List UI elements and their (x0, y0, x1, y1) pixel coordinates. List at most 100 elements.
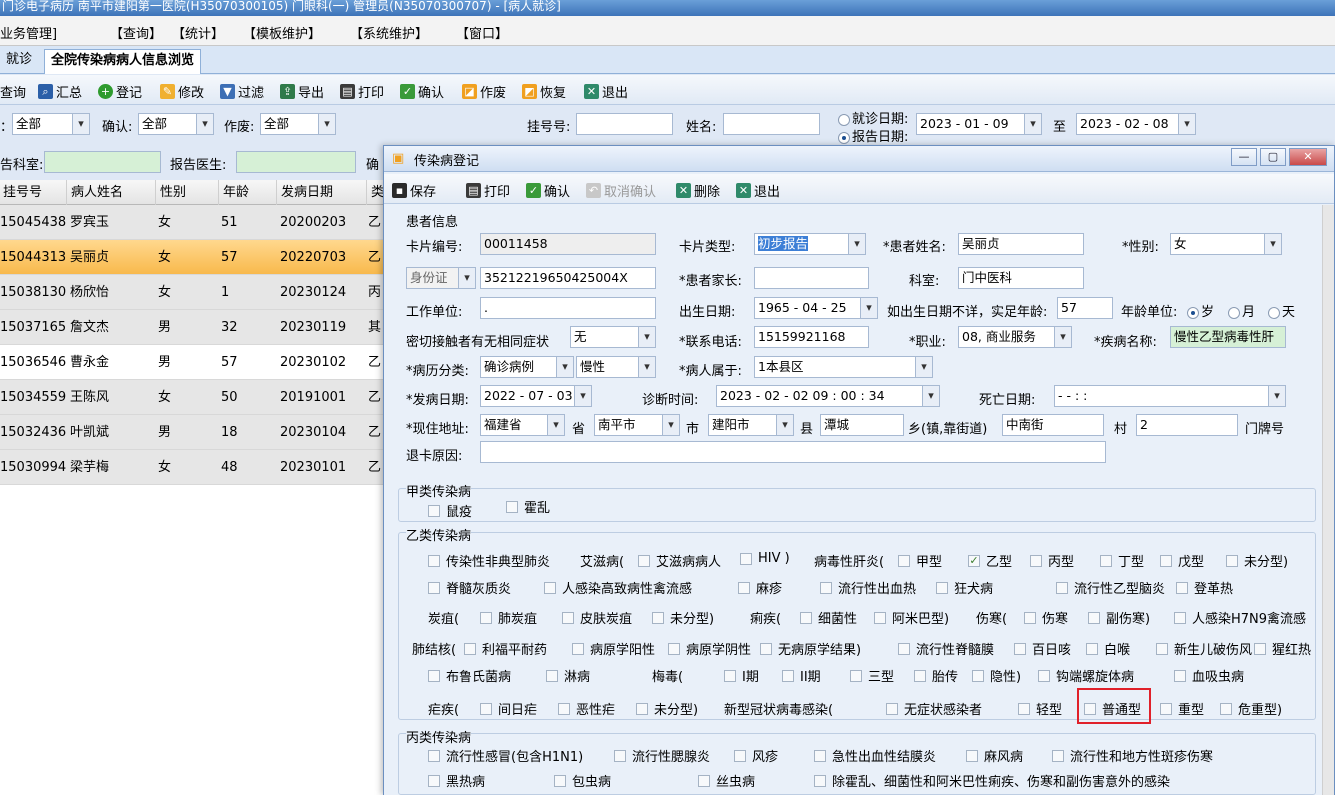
class-b-item-checkbox[interactable]: 脊髓灰质炎 (428, 578, 511, 597)
class-c-item-checkbox[interactable]: 风疹 (734, 746, 778, 765)
status-select[interactable]: 全部 (12, 113, 90, 135)
covid-checkbox[interactable]: 危重型) (1220, 699, 1282, 718)
hep-b-checkbox[interactable]: ✓ 乙型 (968, 551, 1012, 570)
table-row[interactable]: 15034559 王陈风 女 50 20191001 乙 (0, 380, 385, 415)
syphilis-checkbox[interactable]: 胎传 (914, 666, 958, 685)
maximize-button[interactable]: ▢ (1260, 148, 1286, 166)
query-button[interactable]: 查询 (0, 81, 26, 101)
anthrax-checkbox[interactable]: 未分型) (652, 608, 714, 627)
tb-checkbox[interactable]: 流行性脊髓膜 (898, 639, 994, 658)
tb-checkbox[interactable]: 无病原学结果) (760, 639, 861, 658)
syphilis-checkbox[interactable]: I期 (724, 666, 759, 685)
syphilis-checkbox[interactable]: 隐性) (972, 666, 1021, 685)
report-date-radio[interactable]: 报告日期: (838, 126, 908, 145)
menu-window[interactable]: 【窗口】 (456, 23, 508, 42)
hep-e-checkbox[interactable]: 戊型 (1160, 551, 1204, 570)
malaria-checkbox[interactable]: 未分型) (636, 699, 698, 718)
typhoid-checkbox[interactable]: 人感染H7N9禽流感 (1174, 608, 1306, 627)
menu-system[interactable]: 【系统维护】 (350, 23, 428, 42)
menu-business[interactable]: 业务管理] (0, 23, 57, 42)
leptospirosis-checkbox[interactable]: 钩端螺旋体病 (1038, 666, 1134, 685)
save-button[interactable]: ▪ 保存 (392, 180, 436, 200)
visit-date-radio[interactable]: 就诊日期: (838, 108, 908, 127)
plague-checkbox[interactable]: 鼠疫 (428, 501, 472, 520)
anthrax-checkbox[interactable]: 肺炭疽 (480, 608, 537, 627)
card-type-select[interactable]: 初步报告 (754, 233, 866, 255)
covid-checkbox[interactable]: 轻型 (1018, 699, 1062, 718)
confirm-button[interactable]: ✓ 确认 (400, 81, 444, 101)
cancel-confirm-button[interactable]: ↶ 取消确认 (586, 180, 656, 200)
dept-field[interactable]: 门中医科 (958, 267, 1084, 289)
print-button[interactable]: ▤ 打印 (340, 81, 384, 101)
register-button[interactable]: + 登记 (98, 81, 142, 101)
class-c-item-checkbox[interactable]: 包虫病 (554, 771, 611, 790)
age-unit-month-radio[interactable]: 月 (1228, 301, 1255, 320)
form-scrollbar[interactable] (1322, 205, 1334, 795)
table-row[interactable]: 15045438 罗宾玉 女 51 20200203 乙 (0, 205, 385, 240)
close-button[interactable]: ✕ (1289, 148, 1327, 166)
edit-button[interactable]: ✎ 修改 (160, 81, 204, 101)
dysentery-checkbox[interactable]: 细菌性 (800, 608, 857, 627)
hiv-checkbox[interactable]: HIV ) (740, 551, 790, 566)
confirm-select[interactable]: 全部 (138, 113, 214, 135)
province-select[interactable]: 福建省 (480, 414, 565, 436)
tb-checkbox[interactable]: 新生儿破伤风 (1156, 639, 1252, 658)
class-b-item-checkbox[interactable]: 狂犬病 (936, 578, 993, 597)
void-select[interactable]: 全部 (260, 113, 336, 135)
street-field[interactable]: 中南街 (1002, 414, 1104, 436)
class-c-item-checkbox[interactable]: 流行性腮腺炎 (614, 746, 710, 765)
tb-checkbox[interactable]: 百日咳 (1014, 639, 1071, 658)
regno-input[interactable] (576, 113, 673, 135)
birth-date-picker[interactable]: 1965 - 04 - 25 (754, 297, 878, 319)
class-c-item-checkbox[interactable]: 流行性感冒(包含H1N1) (428, 746, 583, 765)
class-b-item-checkbox[interactable]: 麻疹 (738, 578, 782, 597)
class-b-item-checkbox[interactable]: 流行性乙型脑炎 (1056, 578, 1165, 597)
death-date-picker[interactable]: - - : : (1054, 385, 1286, 407)
table-row[interactable]: 15036546 曹永金 男 57 20230102 乙 (0, 345, 385, 380)
delete-button[interactable]: ✕ 删除 (676, 180, 720, 200)
malaria-checkbox[interactable]: 恶性疟 (558, 699, 615, 718)
syphilis-checkbox[interactable]: II期 (782, 666, 821, 685)
covid-checkbox[interactable]: 无症状感染者 (886, 699, 982, 718)
hep-a-checkbox[interactable]: 甲型 (898, 551, 942, 570)
class-c-item-checkbox[interactable]: 急性出血性结膜炎 (814, 746, 936, 765)
summary-button[interactable]: ⌕ 汇总 (38, 81, 82, 101)
workplace-field[interactable]: . (480, 297, 656, 319)
table-row[interactable]: 15030994 梁芋梅 女 48 20230101 乙 (0, 450, 385, 485)
sars-checkbox[interactable]: 传染性非典型肺炎 (428, 551, 550, 570)
name-input[interactable] (723, 113, 820, 135)
menu-stats[interactable]: 【统计】 (172, 23, 224, 42)
dialog-exit-button[interactable]: ✕ 退出 (736, 180, 780, 200)
tab-infectious-browse[interactable]: 全院传染病病人信息浏览 (44, 49, 202, 74)
class-b-item-checkbox[interactable]: 流行性出血热 (820, 578, 916, 597)
covid-checkbox[interactable]: 重型 (1160, 699, 1204, 718)
table-row[interactable]: 15037165 詹文杰 男 32 20230119 其 (0, 310, 385, 345)
house-number-field[interactable]: 2 (1136, 414, 1238, 436)
dialog-print-button[interactable]: ▤ 打印 (466, 180, 510, 200)
typhoid-checkbox[interactable]: 副伤寒) (1088, 608, 1150, 627)
tb-checkbox[interactable]: 病原学阴性 (668, 639, 751, 658)
age-unit-day-radio[interactable]: 天 (1268, 301, 1295, 320)
malaria-checkbox[interactable]: 间日疟 (480, 699, 537, 718)
class-b-item-checkbox[interactable]: 人感染高致病性禽流感 (544, 578, 692, 597)
tab-visit[interactable]: 就诊 (0, 49, 38, 74)
parent-field[interactable] (754, 267, 869, 289)
disease-field[interactable]: 慢性乙型病毒性肝 (1170, 326, 1286, 348)
diag-time-picker[interactable]: 2023 - 02 - 02 09 : 00 : 34 (716, 385, 940, 407)
tb-checkbox[interactable]: 白喉 (1086, 639, 1130, 658)
tb-checkbox[interactable]: 猩红热 (1254, 639, 1311, 658)
reject-reason-field[interactable] (480, 441, 1106, 463)
card-no-field[interactable]: 00011458 (480, 233, 656, 255)
doctor-input[interactable] (236, 151, 356, 173)
menu-query[interactable]: 【查询】 (110, 23, 162, 42)
table-row[interactable]: 15032436 叶凯斌 男 18 20230104 乙 (0, 415, 385, 450)
class-c-item-checkbox[interactable]: 除霍乱、细菌性和阿米巴性痢疾、伤寒和副伤害意外的感染 (814, 771, 1170, 790)
void-button[interactable]: ◪ 作废 (462, 81, 506, 101)
cholera-checkbox[interactable]: 霍乱 (506, 497, 550, 516)
restore-button[interactable]: ◩ 恢复 (522, 81, 566, 101)
class-select[interactable]: 确诊病例 (480, 356, 574, 378)
age-field[interactable]: 57 (1057, 297, 1113, 319)
dysentery-checkbox[interactable]: 阿米巴型) (874, 608, 949, 627)
belong-select[interactable]: 1本县区 (754, 356, 933, 378)
hep-unclassified-checkbox[interactable]: 未分型) (1226, 551, 1288, 570)
